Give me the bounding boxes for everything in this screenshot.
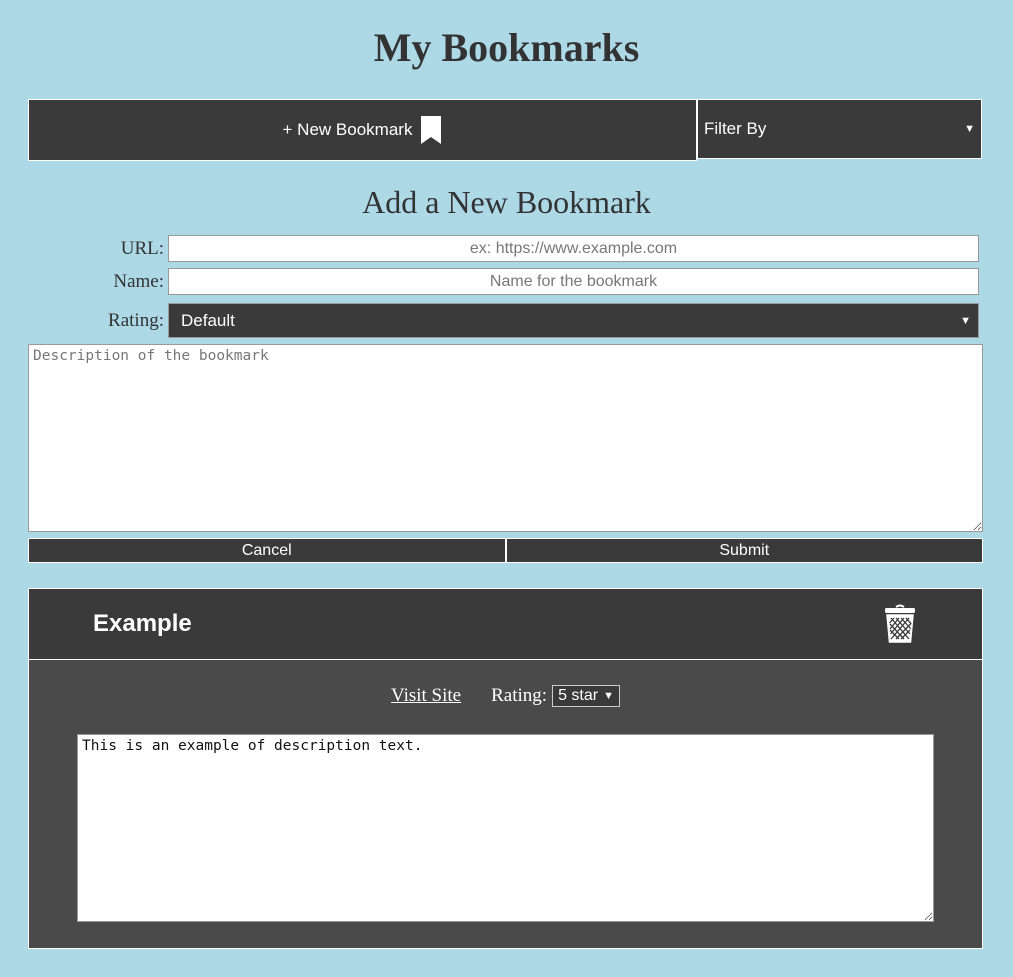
bookmark-card-body: Visit Site Rating: 5 star ▼ This is an e…	[28, 660, 983, 949]
bookmark-meta: Visit Site Rating: 5 star ▼	[29, 685, 982, 707]
trash-icon[interactable]	[882, 604, 918, 644]
cancel-button[interactable]: Cancel	[28, 538, 506, 563]
page-title: My Bookmarks	[373, 25, 640, 70]
bookmark-description[interactable]: This is an example of description text.	[77, 734, 934, 922]
name-input[interactable]	[168, 268, 979, 295]
chevron-down-icon: ▼	[960, 314, 971, 327]
name-row: Name:	[28, 268, 983, 295]
rating-select[interactable]: Default ▼	[168, 303, 979, 338]
filter-by-select[interactable]: Filter By ▼	[697, 99, 982, 159]
form-title: Add a New Bookmark	[362, 184, 651, 220]
visit-site-link[interactable]: Visit Site	[391, 685, 461, 707]
bookmark-card: Example Visit Site Rating: 5 star ▼ This…	[28, 588, 983, 949]
new-bookmark-button[interactable]: + New Bookmark	[28, 99, 697, 161]
submit-button[interactable]: Submit	[505, 538, 983, 563]
url-input[interactable]	[168, 235, 979, 262]
toolbar: + New Bookmark Filter By ▼	[28, 99, 983, 161]
bookmark-title: Example	[93, 610, 192, 637]
rating-label: Rating:	[108, 309, 164, 331]
description-input[interactable]	[28, 344, 983, 532]
bookmark-rating-value: 5 star	[558, 687, 599, 704]
chevron-down-icon: ▼	[603, 690, 614, 702]
new-bookmark-label: + New Bookmark	[282, 120, 413, 139]
bookmark-icon	[420, 115, 442, 145]
form-buttons: Cancel Submit	[28, 538, 983, 563]
name-label: Name:	[113, 270, 164, 292]
filter-by-label: Filter By	[704, 119, 767, 138]
chevron-down-icon: ▼	[964, 123, 975, 135]
url-row: URL:	[28, 235, 983, 262]
bookmark-card-header: Example	[28, 588, 983, 660]
bookmark-rating-select[interactable]: 5 star ▼	[552, 685, 620, 707]
rating-select-value: Default	[181, 310, 235, 330]
rating-row: Rating: Default ▼	[28, 303, 983, 338]
bookmark-rating-label: Rating:	[491, 685, 548, 706]
url-label: URL:	[120, 237, 164, 259]
